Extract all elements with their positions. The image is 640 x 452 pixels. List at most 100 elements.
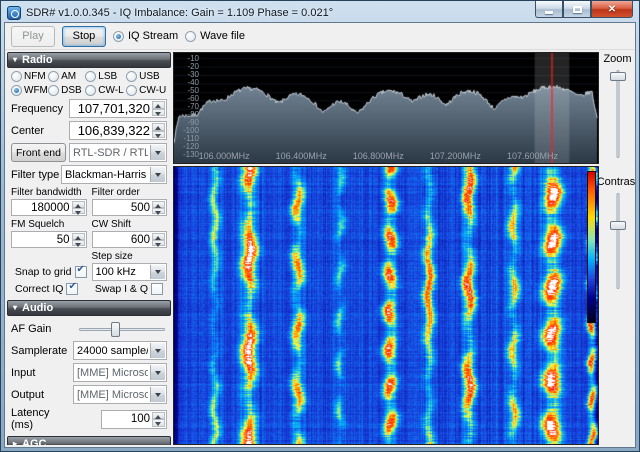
waterfall-display[interactable] (173, 166, 599, 445)
iq-stream-radio[interactable] (113, 30, 124, 42)
radio-panel-header[interactable]: ▾ Radio (7, 52, 171, 68)
output-select[interactable]: [MME] Microsoft Sound (73, 385, 167, 404)
dropdown-arrow-icon (150, 365, 165, 380)
fm-squelch-value: 50 (56, 233, 70, 246)
audio-panel-header[interactable]: ▾ Audio (7, 300, 171, 316)
zoom-label: Zoom (603, 53, 632, 65)
mode-label: AM (61, 71, 77, 82)
fm-squelch-input[interactable]: 50 (11, 231, 87, 248)
source-iq-stream[interactable]: IQ Stream (113, 30, 178, 42)
contrast-slider[interactable] (607, 191, 629, 291)
wave-file-radio[interactable] (185, 30, 197, 42)
radio-button-icon (126, 71, 138, 82)
mode-option-wfm[interactable]: WFM (11, 85, 48, 96)
mode-option-am[interactable]: AM (48, 71, 85, 82)
spinner-down-icon[interactable] (71, 207, 85, 214)
slider-thumb[interactable] (111, 322, 121, 337)
latency-value: 100 (130, 413, 150, 425)
filter-bandwidth-label: Filter bandwidth (11, 187, 82, 198)
spinner-up-icon[interactable] (152, 101, 165, 109)
sidebar: ▾ Radio NFM AM LSB USB WFM DSB CW-L CW-U (7, 52, 171, 445)
slider-track[interactable] (616, 193, 619, 289)
input-label: Input (11, 366, 36, 379)
mode-option-nfm[interactable]: NFM (11, 71, 48, 82)
minimize-button[interactable] (535, 1, 563, 18)
mode-option-cwl[interactable]: CW-L (85, 85, 126, 96)
cw-shift-spinner[interactable] (152, 233, 165, 246)
radio-panel-body: NFM AM LSB USB WFM DSB CW-L CW-U Frequen… (7, 68, 171, 299)
dropdown-arrow-icon (150, 343, 165, 358)
swap-iq-label: Swap I & Q (94, 283, 148, 295)
correct-iq-option[interactable]: Correct IQ (15, 281, 79, 295)
correct-iq-checkbox[interactable] (66, 281, 79, 295)
spinner-down-icon[interactable] (71, 239, 85, 246)
spinner-down-icon[interactable] (152, 130, 165, 138)
zoom-slider[interactable] (607, 68, 629, 160)
frequency-input[interactable]: 107,701,320 (69, 99, 167, 118)
mode-option-usb[interactable]: USB (126, 71, 167, 82)
maximize-button[interactable] (563, 1, 591, 18)
front-end-select[interactable]: RTL-SDR / RTL2832U (68, 143, 167, 162)
radio-button-icon (48, 71, 60, 82)
frequency-spinner[interactable] (152, 101, 165, 116)
spectrum-display[interactable]: -10 -20 -30 -40 -50 -60 -70 -80 -90 -100… (173, 52, 599, 164)
radio-button-icon (11, 71, 22, 82)
slider-track[interactable] (79, 328, 165, 331)
af-gain-slider[interactable] (77, 320, 167, 338)
close-button[interactable]: ✕ (591, 1, 633, 18)
spinner-down-icon[interactable] (152, 419, 165, 427)
latency-input[interactable]: 100 (101, 409, 167, 429)
spectrum-canvas[interactable] (174, 53, 598, 163)
filter-bandwidth-value: 180000 (31, 201, 70, 214)
swap-iq-option[interactable]: Swap I & Q (95, 283, 163, 295)
mode-option-cwu[interactable]: CW-U (126, 85, 167, 96)
agc-panel-header[interactable]: ▸ AGC (7, 436, 171, 445)
waterfall-canvas[interactable] (174, 167, 598, 444)
front-end-button[interactable]: Front end (11, 143, 66, 162)
titlebar[interactable]: SDR# v1.0.0.345 - IQ Imbalance: Gain = 1… (1, 1, 639, 22)
snap-to-grid-option[interactable]: Snap to grid (11, 264, 87, 281)
right-control-strip: Zoom Contrast (597, 52, 635, 445)
latency-spinner[interactable] (152, 411, 165, 427)
spinner-up-icon[interactable] (152, 411, 165, 419)
samplerate-select[interactable]: 24000 sample/sec (73, 341, 167, 360)
input-value: [MME] Microsoft Sound (77, 366, 148, 379)
snap-to-grid-checkbox[interactable] (74, 264, 87, 278)
fm-squelch-label: FM Squelch (11, 219, 65, 230)
app-icon (7, 5, 21, 20)
output-value: [MME] Microsoft Sound (77, 388, 148, 401)
slider-thumb[interactable] (609, 72, 626, 81)
center-spinner[interactable] (152, 123, 165, 138)
minimize-icon (545, 10, 553, 14)
play-button[interactable]: Play (11, 25, 55, 47)
input-select[interactable]: [MME] Microsoft Sound (73, 363, 167, 382)
spinner-down-icon[interactable] (152, 207, 165, 214)
af-gain-label: AF Gain (11, 323, 52, 335)
mode-option-lsb[interactable]: LSB (85, 71, 126, 82)
source-wave-file[interactable]: Wave file (185, 30, 245, 42)
dropdown-arrow-icon (150, 167, 165, 182)
filter-bandwidth-spinner[interactable] (71, 201, 85, 214)
swap-iq-checkbox[interactable] (151, 283, 163, 295)
slider-thumb[interactable] (609, 221, 626, 230)
spinner-down-icon[interactable] (152, 239, 165, 246)
fm-squelch-spinner[interactable] (71, 233, 85, 246)
stop-button[interactable]: Stop (62, 25, 106, 47)
filter-bandwidth-input[interactable]: 180000 (11, 199, 87, 216)
spinner-down-icon[interactable] (152, 108, 165, 116)
slider-track[interactable] (616, 70, 619, 158)
agc-panel-title: AGC (22, 438, 47, 445)
filter-order-input[interactable]: 500 (91, 199, 167, 216)
dropdown-arrow-icon (150, 387, 165, 402)
cw-shift-input[interactable]: 600 (91, 231, 167, 248)
filter-type-select[interactable]: Blackman-Harris (61, 165, 167, 184)
filter-order-spinner[interactable] (152, 201, 165, 214)
center-input[interactable]: 106,839,322 (69, 121, 167, 140)
spinner-up-icon[interactable] (152, 123, 165, 131)
cw-shift-value: 600 (130, 233, 150, 246)
step-size-select[interactable]: 100 kHz (91, 263, 167, 281)
collapse-arrow-icon: ▸ (13, 439, 18, 446)
mode-option-dsb[interactable]: DSB (48, 85, 85, 96)
dropdown-arrow-icon (150, 265, 165, 279)
snap-to-grid-label: Snap to grid (14, 266, 72, 278)
